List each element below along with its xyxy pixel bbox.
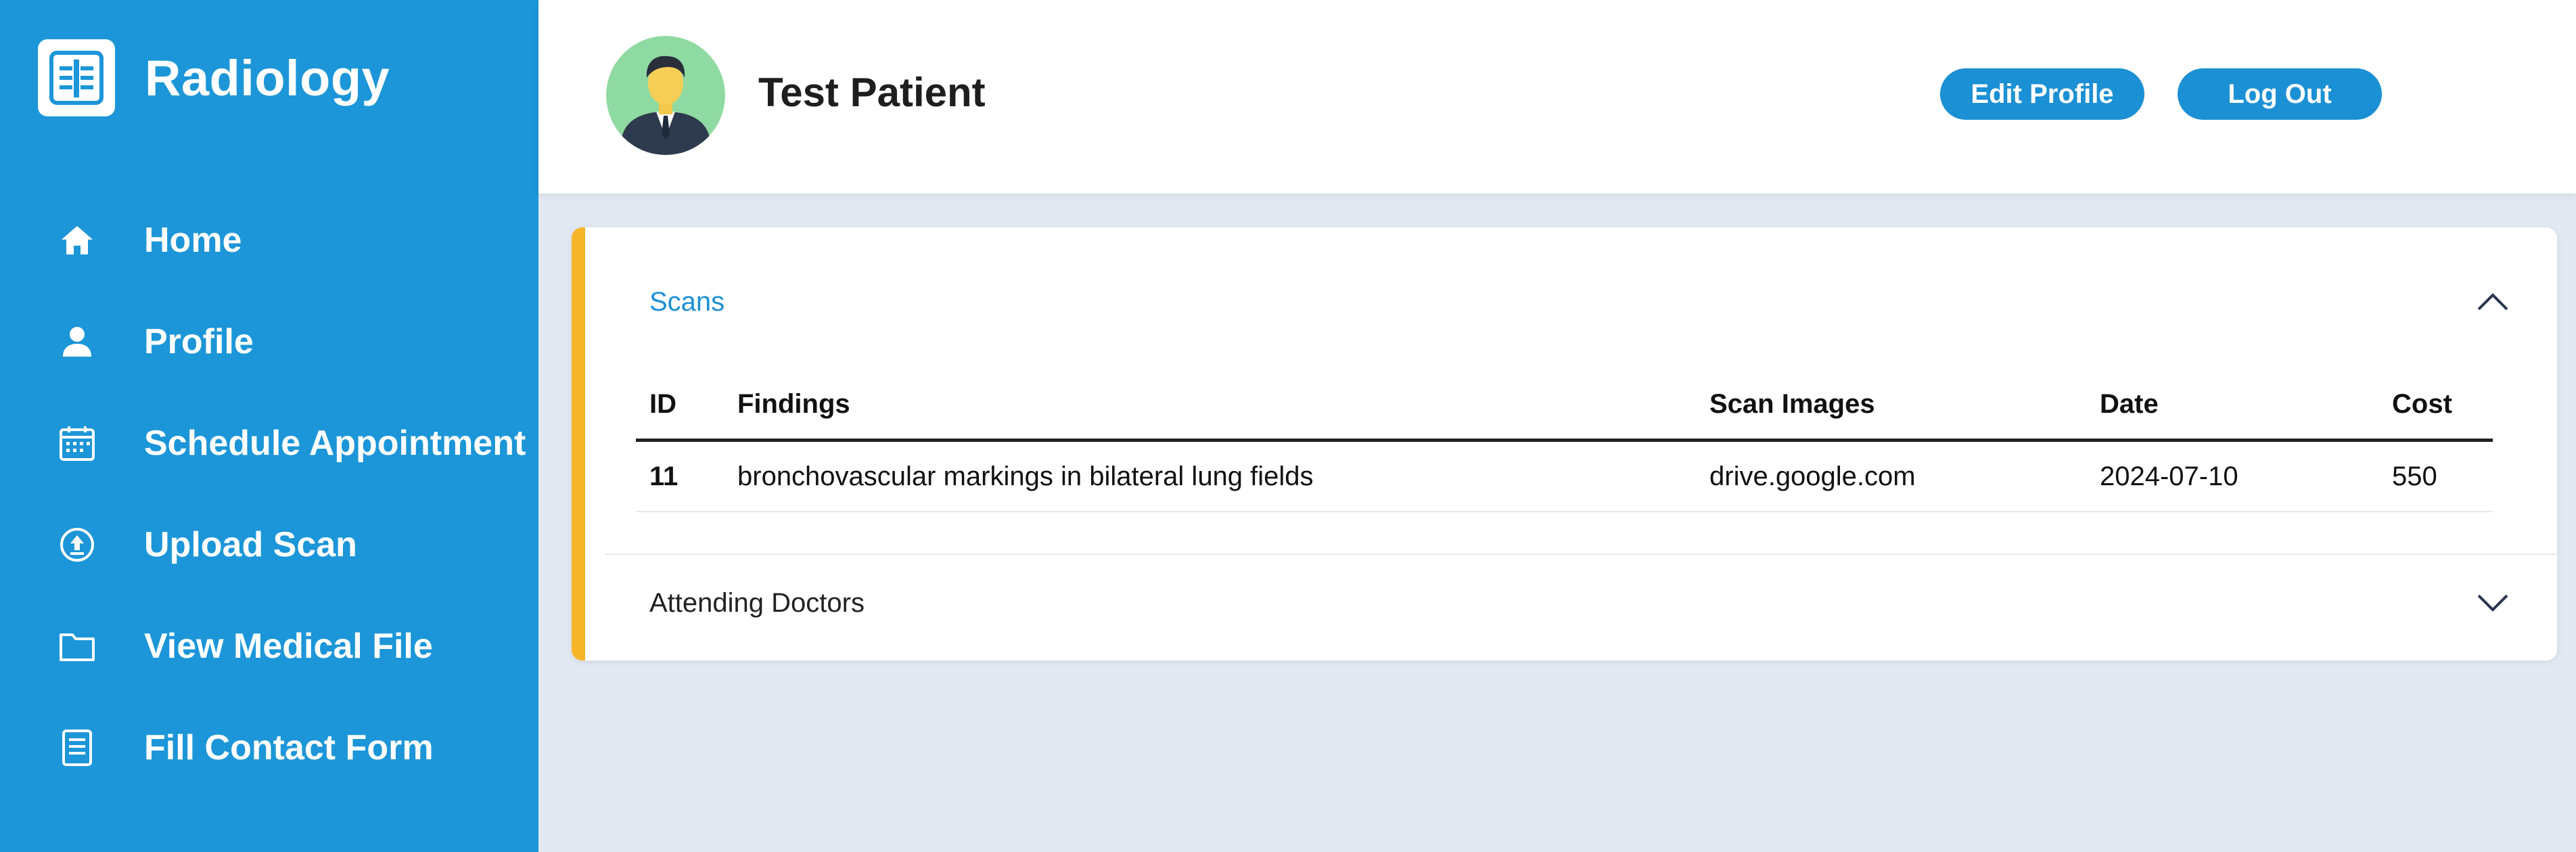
sidebar-item-schedule-appointment[interactable]: Schedule Appointment: [0, 406, 538, 480]
scans-section-header[interactable]: Scans: [585, 268, 2557, 336]
sidebar-item-label: Schedule Appointment: [144, 424, 526, 463]
section-divider: [605, 554, 2557, 555]
sidebar-item-upload-scan[interactable]: Upload Scan: [0, 508, 538, 582]
edit-profile-button[interactable]: Edit Profile: [1940, 68, 2144, 120]
medical-records-card: Scans ID Findings Scan Images Date Cost …: [572, 227, 2557, 660]
scan-images-link[interactable]: drive.google.com: [1696, 440, 2086, 512]
scans-table: ID Findings Scan Images Date Cost 11 bro…: [636, 369, 2493, 512]
scan-findings-cell: bronchovascular markings in bilateral lu…: [724, 440, 1696, 512]
attending-doctors-section-title: Attending Doctors: [649, 587, 865, 618]
header: Test Patient Edit Profile Log Out: [538, 0, 2576, 194]
sidebar-item-profile[interactable]: Profile: [0, 305, 538, 379]
scan-id-cell: 11: [636, 440, 724, 512]
xray-icon: [38, 39, 115, 116]
scan-cost-cell: 550: [2378, 440, 2493, 512]
table-header-row: ID Findings Scan Images Date Cost: [636, 369, 2493, 442]
upload-icon: [54, 522, 100, 568]
column-header: ID: [636, 369, 724, 442]
column-header: Scan Images: [1696, 369, 2086, 442]
sidebar: Radiology Home Profile Schedule Appointm…: [0, 0, 538, 852]
scan-date-cell: 2024-07-10: [2086, 440, 2378, 512]
app-title: Radiology: [145, 49, 390, 106]
folder-icon: [54, 623, 100, 669]
avatar-icon[interactable]: [606, 36, 725, 155]
table-row[interactable]: 11 bronchovascular markings in bilateral…: [636, 440, 2493, 512]
home-icon: [54, 217, 100, 263]
calendar-icon: [54, 420, 100, 466]
sidebar-item-label: Home: [144, 221, 242, 260]
chevron-up-icon[interactable]: [2472, 288, 2513, 315]
sidebar-item-label: Upload Scan: [144, 525, 357, 564]
sidebar-item-view-medical-file[interactable]: View Medical File: [0, 609, 538, 683]
brand[interactable]: Radiology: [38, 39, 390, 116]
column-header: Findings: [724, 369, 1696, 442]
sidebar-item-fill-contact-form[interactable]: Fill Contact Form: [0, 711, 538, 785]
sidebar-item-home[interactable]: Home: [0, 203, 538, 277]
form-icon: [54, 725, 100, 771]
card-accent-bar: [572, 227, 585, 660]
chevron-down-icon[interactable]: [2472, 589, 2513, 616]
user-icon: [54, 319, 100, 365]
patient-name: Test Patient: [758, 70, 986, 115]
scans-section-title: Scans: [649, 286, 725, 317]
sidebar-item-label: Profile: [144, 322, 254, 361]
sidebar-item-label: View Medical File: [144, 627, 433, 666]
column-header: Cost: [2378, 369, 2493, 442]
sidebar-item-label: Fill Contact Form: [144, 728, 434, 767]
attending-doctors-section-header[interactable]: Attending Doctors: [585, 559, 2557, 647]
column-header: Date: [2086, 369, 2378, 442]
logout-button[interactable]: Log Out: [2178, 68, 2382, 120]
